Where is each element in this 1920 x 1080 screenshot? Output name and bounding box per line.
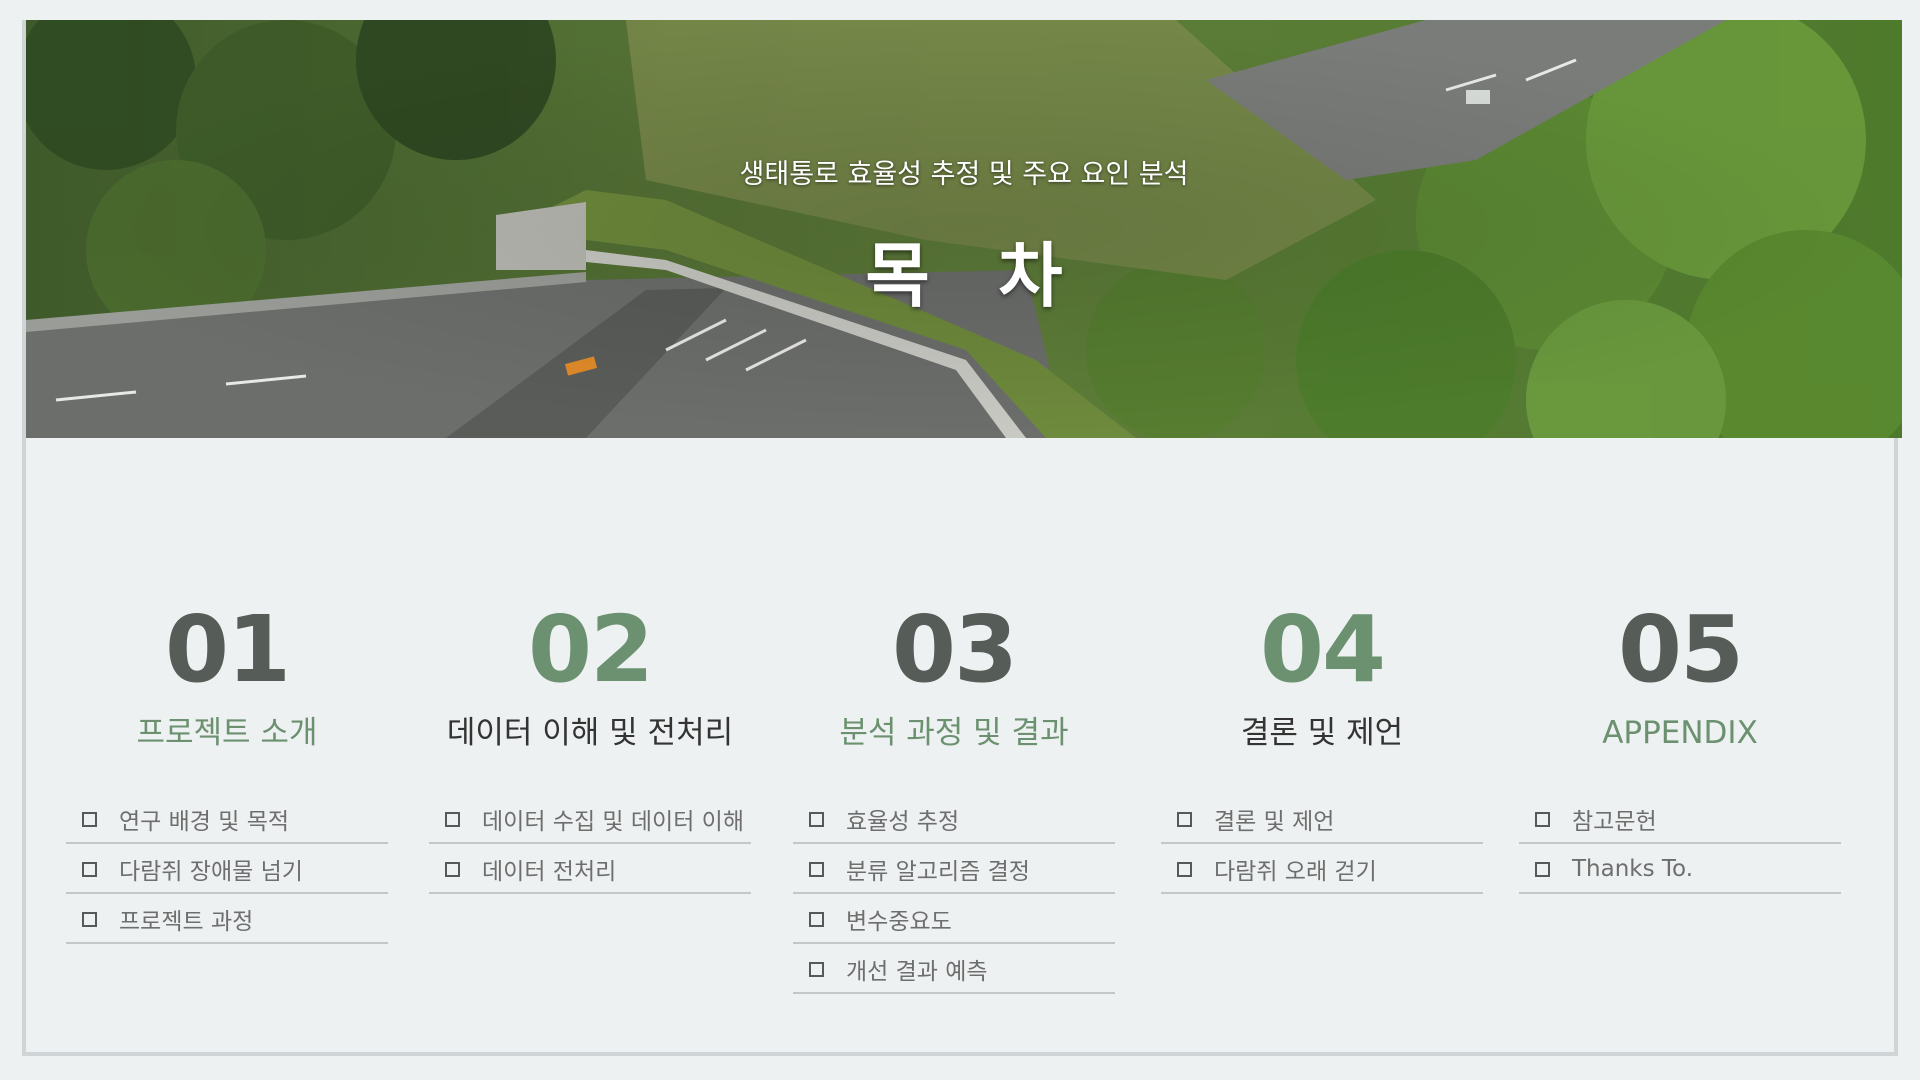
page-title: 목 차 — [865, 235, 1085, 317]
list-item[interactable]: 데이터 수집 및 데이터 이해 — [429, 796, 751, 844]
list-item-label: 다람쥐 장애물 넘기 — [119, 859, 303, 885]
list-item[interactable]: 연구 배경 및 목적 — [66, 796, 388, 844]
slide: 생태통로 효율성 추정 및 주요 요인 분석 목 차 01 프로젝트 소개 연구… — [22, 20, 1902, 1056]
checkbox-icon — [82, 811, 97, 827]
section-title: 프로젝트 소개 — [136, 715, 318, 751]
list-item[interactable]: 다람쥐 오래 걷기 — [1161, 846, 1483, 894]
list-item-label: 데이터 수집 및 데이터 이해 — [482, 809, 745, 835]
checkbox-icon — [809, 961, 824, 977]
section-03: 03 분석 과정 및 결과 효율성 추정 분류 알고리즘 결정 변수중요도 개선… — [793, 598, 1115, 996]
list-item[interactable]: 변수중요도 — [793, 896, 1115, 944]
list-item-label: 데이터 전처리 — [482, 859, 617, 885]
list-item[interactable]: 결론 및 제언 — [1161, 796, 1483, 844]
section-number: 05 — [1617, 596, 1744, 703]
checkbox-icon — [82, 861, 97, 877]
list-item-label: 효율성 추정 — [846, 809, 960, 835]
list-item-label: 다람쥐 오래 걷기 — [1214, 859, 1377, 885]
list-item-label: 분류 알고리즘 결정 — [846, 859, 1030, 885]
section-item-list: 데이터 수집 및 데이터 이해 데이터 전처리 — [429, 796, 751, 894]
list-item[interactable]: 데이터 전처리 — [429, 846, 751, 894]
list-item-label: 결론 및 제언 — [1214, 809, 1335, 835]
list-item[interactable]: Thanks To. — [1519, 846, 1841, 894]
section-05: 05 APPENDIX 참고문헌 Thanks To. — [1519, 598, 1841, 896]
section-number: 01 — [164, 596, 291, 703]
section-item-list: 효율성 추정 분류 알고리즘 결정 변수중요도 개선 결과 예측 — [793, 796, 1115, 994]
section-01: 01 프로젝트 소개 연구 배경 및 목적 다람쥐 장애물 넘기 프로젝트 과정 — [66, 598, 388, 946]
section-title: 데이터 이해 및 전처리 — [446, 715, 734, 751]
section-item-list: 연구 배경 및 목적 다람쥐 장애물 넘기 프로젝트 과정 — [66, 796, 388, 944]
list-item[interactable]: 프로젝트 과정 — [66, 896, 388, 944]
section-02: 02 데이터 이해 및 전처리 데이터 수집 및 데이터 이해 데이터 전처리 — [429, 598, 751, 896]
section-title: 결론 및 제언 — [1240, 715, 1404, 751]
checkbox-icon — [1535, 811, 1550, 827]
hero-banner: 생태통로 효율성 추정 및 주요 요인 분석 목 차 — [26, 20, 1902, 438]
list-item-label: 개선 결과 예측 — [846, 959, 988, 985]
list-item-label: 연구 배경 및 목적 — [119, 809, 290, 835]
list-item-label: 참고문헌 — [1572, 809, 1657, 835]
section-item-list: 참고문헌 Thanks To. — [1519, 796, 1841, 894]
list-item[interactable]: 효율성 추정 — [793, 796, 1115, 844]
checkbox-icon — [445, 811, 460, 827]
list-item-label: 변수중요도 — [846, 909, 952, 935]
checkbox-icon — [445, 861, 460, 877]
section-number: 03 — [891, 596, 1018, 703]
checkbox-icon — [82, 911, 97, 927]
section-number: 02 — [527, 596, 654, 703]
list-item[interactable]: 개선 결과 예측 — [793, 946, 1115, 994]
checkbox-icon — [1177, 811, 1192, 827]
section-number: 04 — [1259, 596, 1386, 703]
section-04: 04 결론 및 제언 결론 및 제언 다람쥐 오래 걷기 — [1161, 598, 1483, 896]
list-item[interactable]: 다람쥐 장애물 넘기 — [66, 846, 388, 894]
list-item[interactable]: 참고문헌 — [1519, 796, 1841, 844]
checkbox-icon — [809, 911, 824, 927]
checkbox-icon — [1535, 861, 1550, 877]
section-item-list: 결론 및 제언 다람쥐 오래 걷기 — [1161, 796, 1483, 894]
list-item[interactable]: 분류 알고리즘 결정 — [793, 846, 1115, 894]
checkbox-icon — [809, 861, 824, 877]
list-item-label: Thanks To. — [1572, 856, 1694, 882]
checkbox-icon — [809, 811, 824, 827]
list-item-label: 프로젝트 과정 — [119, 909, 254, 935]
checkbox-icon — [1177, 861, 1192, 877]
section-title: APPENDIX — [1602, 715, 1758, 751]
presentation-subtitle: 생태통로 효율성 추정 및 주요 요인 분석 — [739, 159, 1189, 190]
section-title: 분석 과정 및 결과 — [839, 715, 1069, 751]
